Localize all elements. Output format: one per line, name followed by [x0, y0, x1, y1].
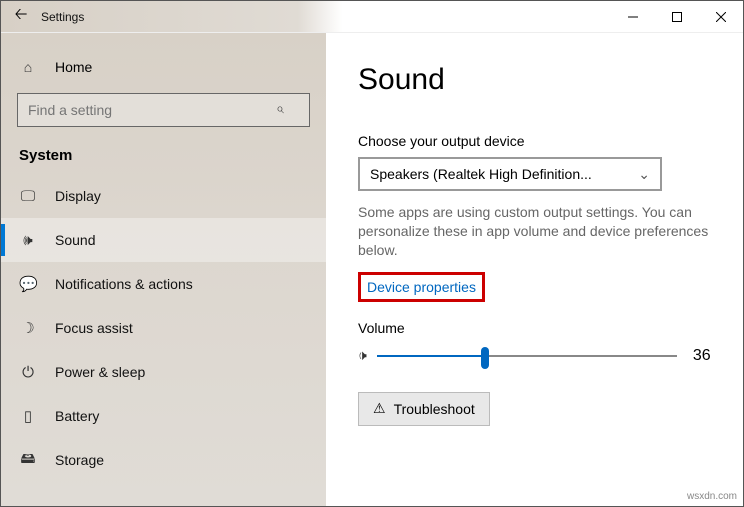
chevron-down-icon: ⌄: [638, 166, 650, 183]
close-icon: [716, 12, 726, 22]
output-device-value: Speakers (Realtek High Definition...: [370, 166, 592, 182]
volume-row: 🕩 36: [358, 346, 721, 366]
volume-label: Volume: [358, 320, 721, 336]
maximize-icon: [672, 12, 682, 22]
device-properties-highlight: Device properties: [358, 272, 485, 302]
troubleshoot-label: Troubleshoot: [394, 401, 475, 417]
sidebar-item-sound[interactable]: 🕪 Sound: [1, 218, 326, 262]
window-controls: [611, 1, 743, 33]
sidebar-item-label: Notifications & actions: [55, 276, 193, 292]
home-label: Home: [55, 59, 92, 75]
power-icon: ⏻: [19, 364, 37, 381]
battery-icon: ▯: [19, 407, 37, 425]
search-input[interactable]: [17, 93, 310, 127]
titlebar: 🡠 Settings: [1, 1, 743, 33]
sidebar-item-label: Storage: [55, 452, 104, 468]
minimize-icon: [628, 12, 638, 22]
sidebar-item-label: Sound: [55, 232, 95, 248]
page-title: Sound: [358, 63, 721, 97]
sidebar-item-focus-assist[interactable]: ☽ Focus assist: [1, 306, 326, 350]
sidebar: ⌂ Home ⌕ System 🖵 Display 🕪 Sound 💬 Noti…: [1, 33, 326, 506]
content-pane: Sound Choose your output device Speakers…: [326, 33, 743, 506]
sidebar-item-label: Display: [55, 188, 101, 204]
output-helper-text: Some apps are using custom output settin…: [358, 203, 721, 260]
sidebar-item-power-sleep[interactable]: ⏻ Power & sleep: [1, 350, 326, 394]
settings-window: 🡠 Settings ⌂ Home ⌕ System: [0, 0, 744, 507]
back-button[interactable]: 🡠: [1, 3, 41, 30]
storage-icon: 🖴: [19, 448, 37, 473]
sidebar-item-home[interactable]: ⌂ Home: [1, 47, 326, 87]
watermark: wsxdn.com: [687, 491, 737, 502]
warning-icon: ⚠: [373, 400, 386, 417]
speaker-icon[interactable]: 🕩: [358, 347, 367, 364]
device-properties-link[interactable]: Device properties: [367, 279, 476, 295]
slider-fill: [377, 355, 485, 357]
sidebar-item-label: Battery: [55, 408, 99, 424]
slider-thumb[interactable]: [481, 347, 489, 369]
sidebar-item-notifications[interactable]: 💬 Notifications & actions: [1, 262, 326, 306]
sidebar-category: System: [1, 141, 326, 174]
sidebar-item-label: Power & sleep: [55, 364, 145, 380]
sound-icon: 🕪: [19, 232, 37, 249]
home-icon: ⌂: [19, 59, 37, 75]
close-button[interactable]: [699, 1, 743, 33]
maximize-button[interactable]: [655, 1, 699, 33]
search-icon: ⌕: [276, 100, 284, 117]
focus-assist-icon: ☽: [19, 319, 37, 337]
troubleshoot-button[interactable]: ⚠ Troubleshoot: [358, 392, 490, 426]
volume-slider[interactable]: [377, 346, 677, 366]
sidebar-item-battery[interactable]: ▯ Battery: [1, 394, 326, 438]
volume-value: 36: [693, 347, 711, 365]
output-device-dropdown[interactable]: Speakers (Realtek High Definition... ⌄: [358, 157, 662, 191]
sidebar-item-storage[interactable]: 🖴 Storage: [1, 438, 326, 482]
sidebar-item-label: Focus assist: [55, 320, 133, 336]
notifications-icon: 💬: [19, 275, 37, 293]
output-device-label: Choose your output device: [358, 133, 721, 149]
minimize-button[interactable]: [611, 1, 655, 33]
sidebar-item-display[interactable]: 🖵 Display: [1, 174, 326, 218]
window-title: Settings: [41, 10, 84, 24]
display-icon: 🖵: [19, 188, 37, 205]
